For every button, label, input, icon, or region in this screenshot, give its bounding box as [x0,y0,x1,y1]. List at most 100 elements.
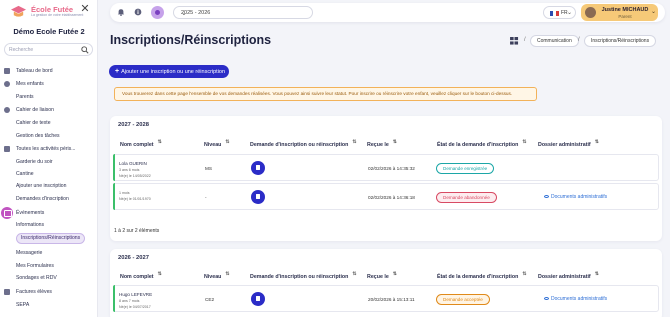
info-icon[interactable] [134,8,142,16]
sidebar-item-messagerie[interactable]: Messagerie [0,248,97,258]
document-button[interactable] [251,161,265,175]
col-demande[interactable]: Demande d'inscription ou réinscription ⇅ [250,271,357,280]
chevron-down-icon: ⌄ [181,10,187,17]
col-label: Niveau [204,142,222,148]
sort-icon[interactable]: ⇅ [595,271,599,277]
sidebar-item-informations[interactable]: Informations [0,220,97,230]
col-niveau[interactable]: Niveau ⇅ [204,271,230,280]
sidebar-item-children[interactable]: Mes enfants [0,79,97,89]
sidebar-item-label: Mes Formulaires [16,263,54,269]
sidebar-item-dashboard[interactable]: Tableau de bord [0,66,97,76]
sort-icon[interactable]: ⇅ [522,271,526,277]
search-input[interactable] [9,47,79,53]
table-year-title: 2027 - 2028 [118,122,149,128]
sidebar-item-label: Parents [16,94,34,100]
sort-icon[interactable]: ⇅ [595,139,599,145]
sidebar-item-cantine[interactable]: Cantine [0,169,97,179]
sidebar-item-cahier-texte[interactable]: Cahier de texte [0,118,97,128]
sort-icon[interactable]: ⇅ [393,271,397,277]
sidebar-item-evenements[interactable]: Événements [0,207,97,219]
logo-icon [11,5,26,17]
apps-icon[interactable] [151,6,164,19]
breadcrumb-current: Inscriptions/Réinscriptions [584,35,657,47]
child-info: 1 mois Né(e) le 01/01/1970 [119,190,151,202]
sort-icon[interactable]: ⇅ [225,271,229,277]
language-select[interactable]: FR ⌄ [543,6,576,19]
sidebar-item-activites[interactable]: Toutes les activités péris... [0,144,97,154]
add-inscription-button[interactable]: + Ajouter une inscription ou une réinscri… [109,65,229,78]
col-recue[interactable]: Reçue le ⇅ [367,271,397,280]
sidebar-item-label: Événements [16,210,45,216]
sort-icon[interactable]: ⇅ [352,271,356,277]
sidebar-item-sepa[interactable]: SEPA [0,300,97,310]
table-row[interactable]: Hugo LEFEVRE 8 ans 7 mois Né(e) le 04/07… [113,285,659,312]
table-row[interactable]: 1 mois Né(e) le 01/01/1970 - 02/02/2026 … [113,183,659,210]
school-name: Démo Ecole Futée 2 [13,27,85,36]
sort-icon[interactable]: ⇅ [158,271,162,277]
user-menu[interactable]: Justine MICHAUD Parent ⌄ [581,4,658,21]
sidebar-item-taches[interactable]: Gestion des tâches [0,131,97,141]
sidebar-item-label: Informations [16,222,45,228]
documents-link[interactable]: Documents administratifs [544,296,607,302]
user-name: Justine MICHAUD [601,7,649,13]
documents-link[interactable]: Documents administratifs [544,194,607,200]
received-date: 02/02/2026 à 14:36:18 [368,195,415,200]
sidebar-item-label: Garderie du soir [16,159,53,165]
document-button[interactable] [251,190,265,204]
col-nom[interactable]: Nom complet ⇅ [120,139,162,148]
child-birthdate: Né(e) le 01/01/1970 [119,197,151,201]
col-niveau[interactable]: Niveau ⇅ [204,139,230,148]
col-label: État de la demande d'inscription [437,274,519,280]
eye-icon [544,296,549,300]
col-nom[interactable]: Nom complet ⇅ [120,271,162,280]
sidebar-item-label: SEPA [16,302,30,308]
col-label: Nom complet [120,142,154,148]
sort-icon[interactable]: ⇅ [522,139,526,145]
document-button[interactable] [251,292,265,306]
col-dossier[interactable]: Dossier administratif ⇅ [538,271,599,280]
sort-icon[interactable]: ⇅ [393,139,397,145]
sidebar-item-label: Cahier de liaison [16,107,54,113]
logo[interactable]: École Futée La gestion de votre établiss… [9,4,83,19]
bell-icon[interactable] [117,8,125,16]
sort-icon[interactable]: ⇅ [158,139,162,145]
close-icon[interactable]: ✕ [80,4,90,15]
info-notice: Vous trouverez dans cette page l'ensembl… [114,87,537,101]
user-role: Parent [618,14,632,19]
sidebar-item-demandes[interactable]: Demandes d'inscription [0,194,97,204]
eye-icon [544,194,549,198]
documents-link-label: Documents administratifs [551,194,608,200]
search-field[interactable] [4,43,93,56]
child-info: Lola GUERIN 3 ans 6 mois Né(e) le 14/05/… [119,161,151,179]
pagination-count: 1 à 2 sur 2 éléments [114,228,160,234]
col-dossier[interactable]: Dossier administratif ⇅ [538,139,599,148]
sidebar-item-parents[interactable]: Parents [0,92,97,102]
avatar [585,7,596,18]
col-demande[interactable]: Demande d'inscription ou réinscription ⇅ [250,139,357,148]
row-status-bar [113,285,115,312]
sidebar-item-inscriptions[interactable]: Inscriptions/Réinscriptions [0,233,97,244]
col-etat[interactable]: État de la demande d'inscription ⇅ [437,139,527,148]
col-label: Niveau [204,274,222,280]
sidebar-item-sondages[interactable]: Sondages et RDV [0,273,97,283]
breadcrumb-communication[interactable]: Communication [530,35,579,47]
sort-icon[interactable]: ⇅ [352,139,356,145]
sidebar-item-factures[interactable]: Factures élèves [0,287,97,297]
sidebar-item-ajouter-inscription[interactable]: Ajouter une inscription [0,181,97,191]
sidebar-item-label: Sondages et RDV [16,275,57,281]
sort-icon[interactable]: ⇅ [225,139,229,145]
row-status-bar [113,154,115,181]
row-status-bar [113,183,115,210]
sidebar-item-formulaires[interactable]: Mes Formulaires [0,261,97,271]
breadcrumb-separator: / [578,37,580,43]
sidebar-item-liaison[interactable]: Cahier de liaison [0,105,97,115]
col-recue[interactable]: Reçue le ⇅ [367,139,397,148]
sidebar-item-garderie[interactable]: Garderie du soir [0,157,97,167]
search-icon[interactable] [81,46,89,54]
col-etat[interactable]: État de la demande d'inscription ⇅ [437,271,527,280]
table-row[interactable]: Lola GUERIN 3 ans 6 mois Né(e) le 14/05/… [113,154,659,181]
sidebar: École Futée La gestion de votre établiss… [0,0,98,317]
year-select[interactable]: 2025 - 2026 ⌄ [173,6,313,19]
child-birthdate: Né(e) le 04/07/2017 [119,305,151,309]
grid-icon[interactable] [510,37,519,45]
